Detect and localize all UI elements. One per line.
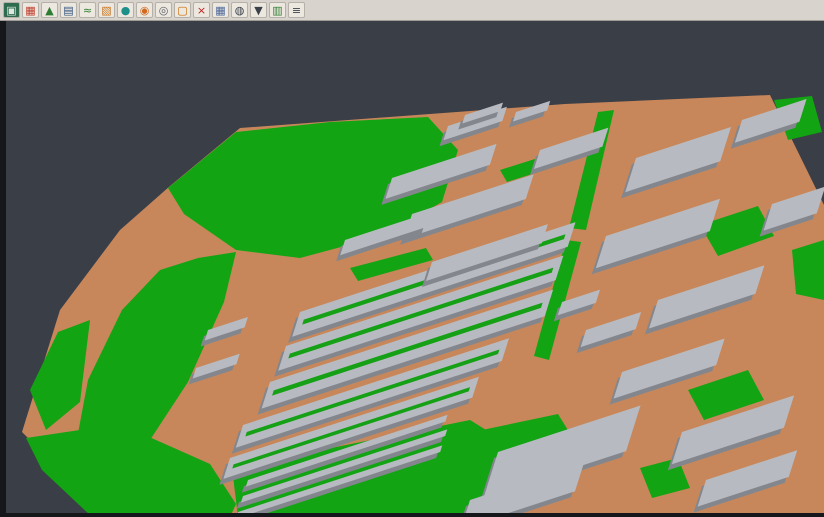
menu-icon[interactable]: ≡ — [288, 2, 305, 18]
classification-icon[interactable]: ◉ — [136, 2, 153, 18]
vegetation-patch — [792, 240, 824, 300]
sphere-icon[interactable]: ◍ — [231, 2, 248, 18]
palette-icon[interactable]: ▦ — [22, 2, 39, 18]
report-icon[interactable]: ▥ — [269, 2, 286, 18]
window-border-bottom — [0, 513, 824, 517]
terrain-icon[interactable]: ▲ — [41, 2, 58, 18]
settings-icon[interactable]: ◎ — [155, 2, 172, 18]
zoom-extents-icon[interactable]: ▢ — [174, 2, 191, 18]
orthophoto-icon[interactable]: ▧ — [98, 2, 115, 18]
export-icon[interactable]: ▼ — [250, 2, 267, 18]
open-project-icon[interactable]: ▣ — [3, 2, 20, 18]
globe-icon[interactable]: ● — [117, 2, 134, 18]
point-cloud-scene — [0, 0, 824, 517]
delete-icon[interactable]: × — [193, 2, 210, 18]
toolbar: ▣▦▲▤≈▧●◉◎▢×▦◍▼▥≡ — [0, 0, 824, 21]
elevation-icon[interactable]: ▤ — [60, 2, 77, 18]
contour-icon[interactable]: ≈ — [79, 2, 96, 18]
3d-viewport[interactable] — [0, 0, 824, 517]
grid-icon[interactable]: ▦ — [212, 2, 229, 18]
window-border-left — [0, 21, 6, 517]
